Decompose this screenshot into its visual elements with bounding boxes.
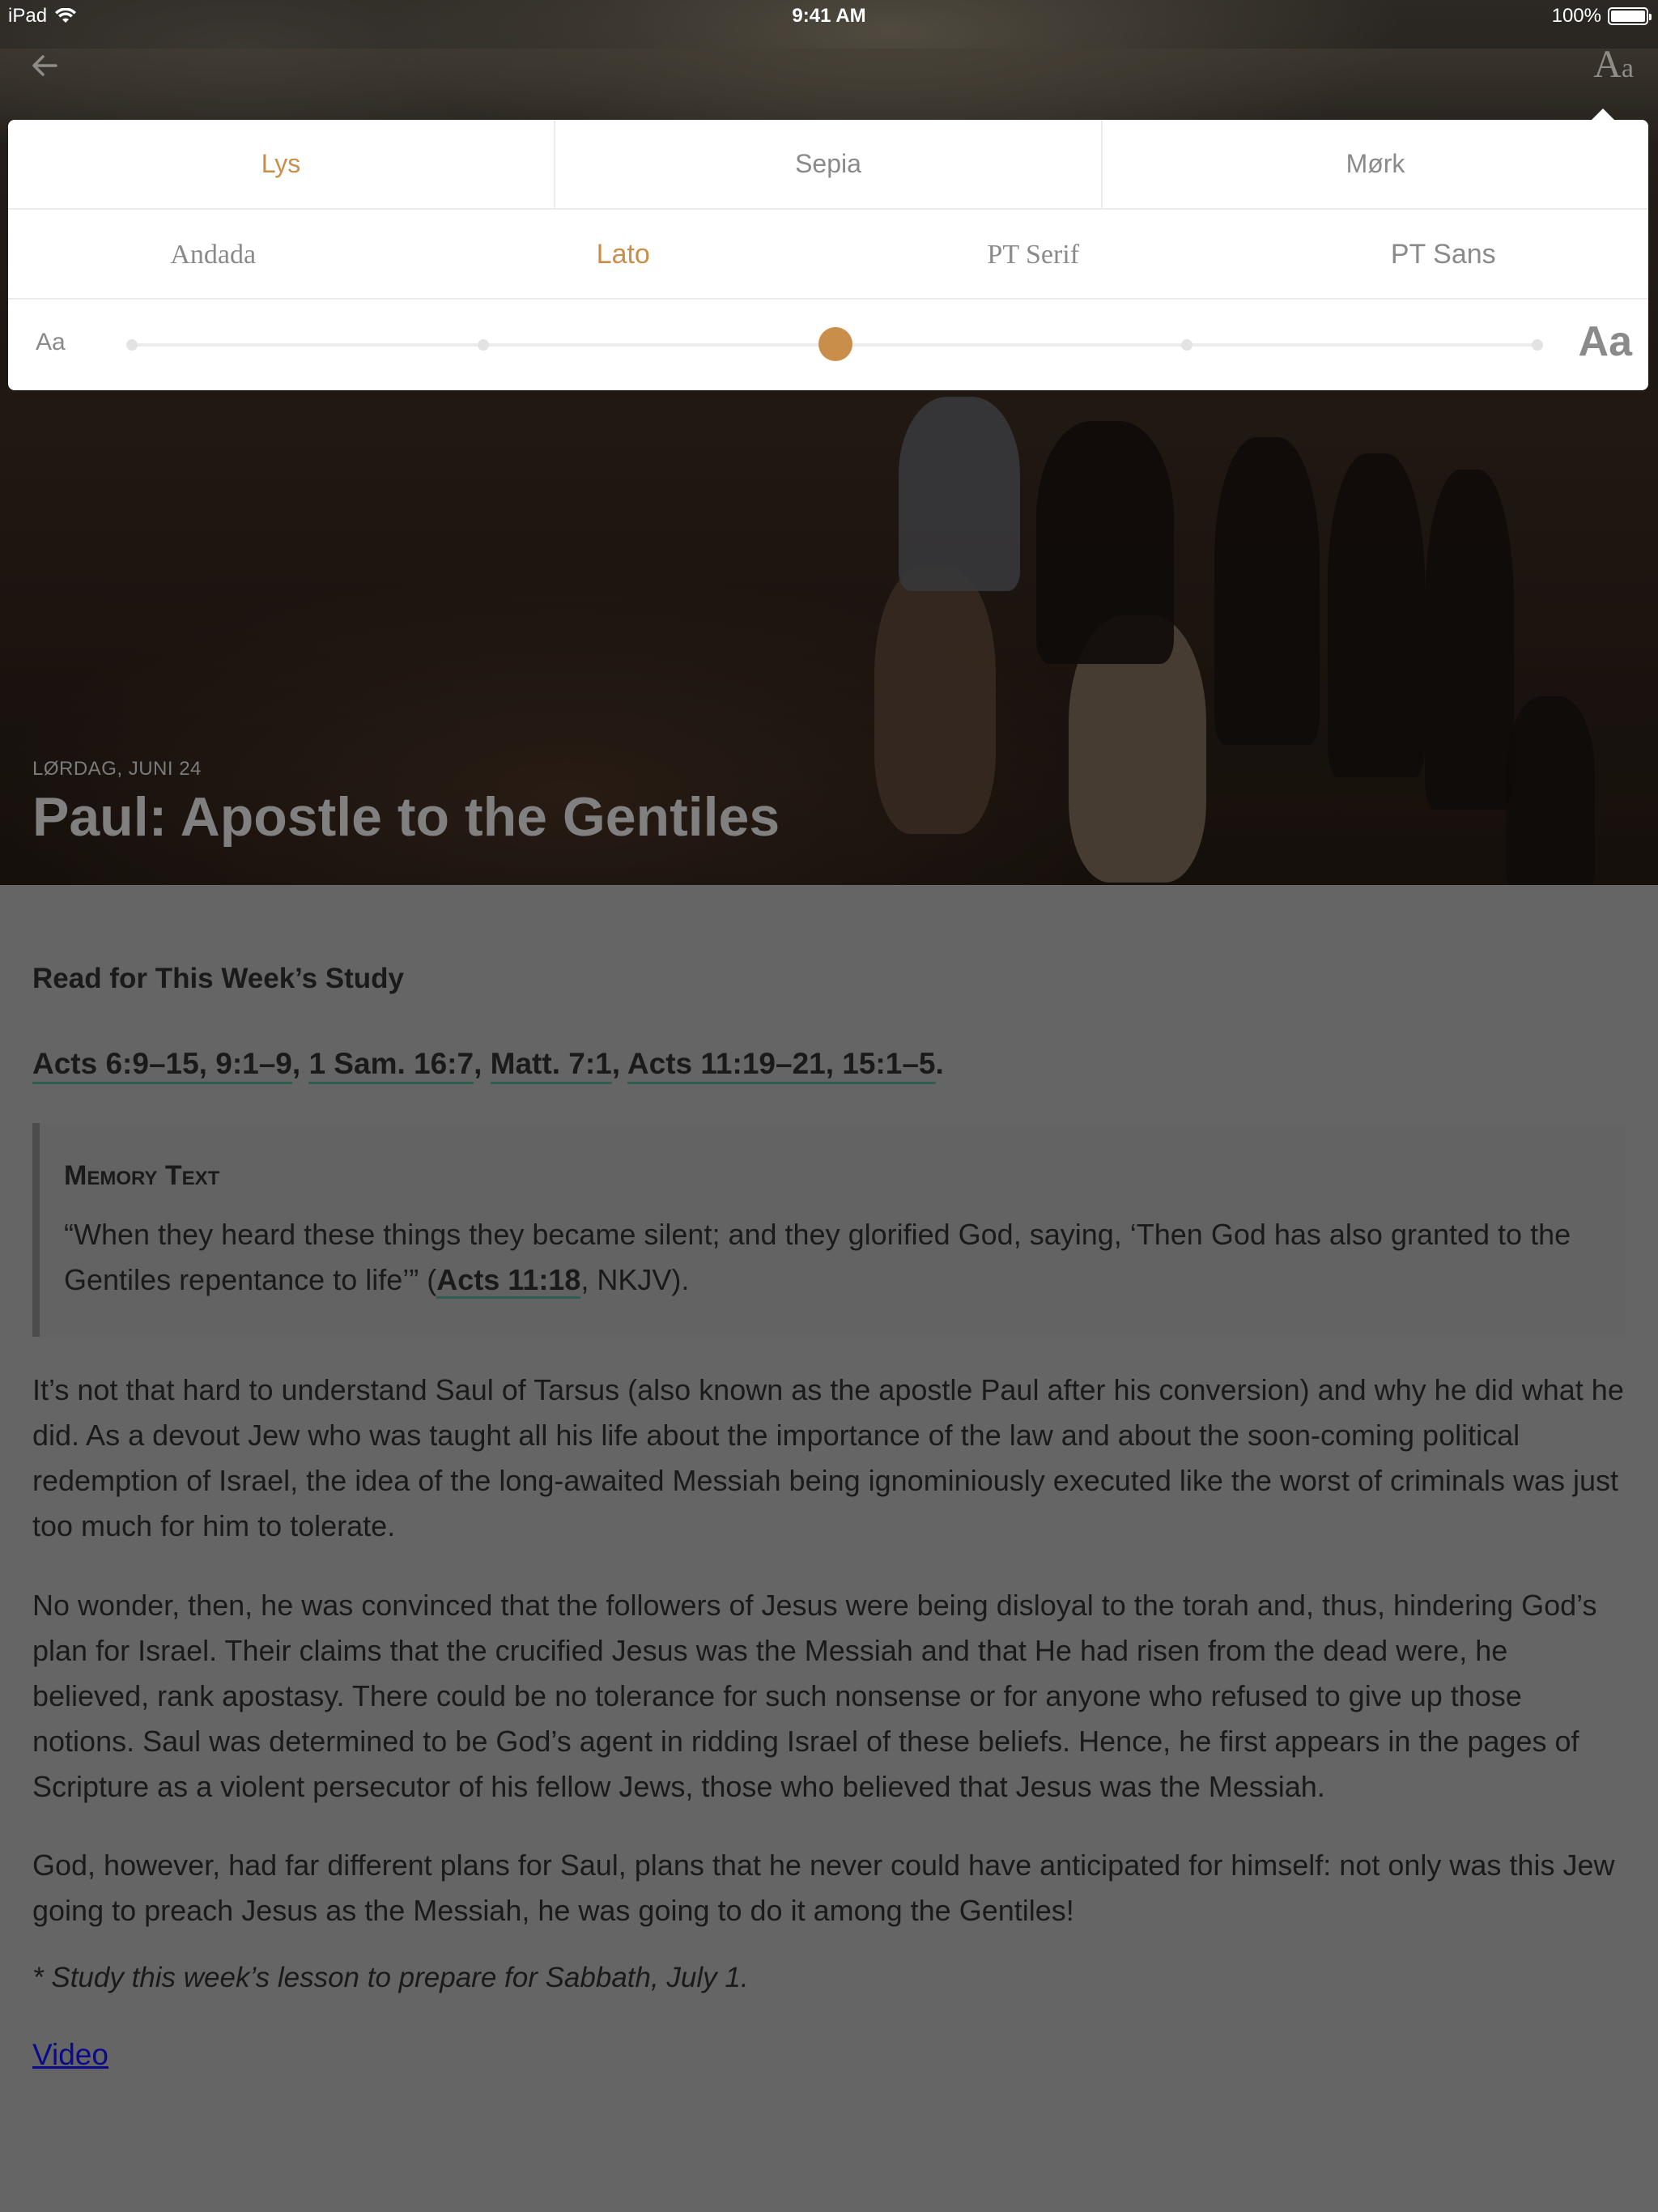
status-right: 100% bbox=[1551, 5, 1652, 28]
article-paragraph: No wonder, then, he was convinced that t… bbox=[32, 1589, 1597, 1803]
study-heading: Read for This Week’s Study bbox=[32, 963, 404, 994]
status-time: 9:41 AM bbox=[792, 5, 866, 27]
font-settings-big-label: A bbox=[1593, 43, 1622, 86]
lesson-date: LØRDAG, JUNI 24 bbox=[32, 758, 202, 780]
video-link[interactable]: Video bbox=[32, 2038, 108, 2072]
memory-text-quote: “When they heard these things they becam… bbox=[64, 1218, 1571, 1296]
memory-text-block: Memory Text “When they heard these thing… bbox=[32, 1123, 1626, 1337]
reference-link[interactable]: 1 Sam. 16:7 bbox=[308, 1047, 474, 1084]
reference-separator: , bbox=[611, 1047, 627, 1080]
arrow-left-icon bbox=[32, 55, 57, 76]
reference-link[interactable]: Acts 6:9–15, 9:1–9 bbox=[32, 1047, 292, 1084]
memory-text-version: , NKJV). bbox=[580, 1263, 690, 1296]
battery-percent: 100% bbox=[1551, 5, 1601, 27]
font-option-lato[interactable]: Lato bbox=[419, 211, 829, 298]
reference-end: . bbox=[935, 1047, 944, 1080]
font-size-tick[interactable] bbox=[126, 339, 138, 351]
battery-icon bbox=[1608, 7, 1652, 25]
font-option-pt-serif[interactable]: PT Serif bbox=[828, 211, 1239, 298]
font-option-pt-sans[interactable]: PT Sans bbox=[1239, 211, 1649, 298]
study-note: * Study this week’s lesson to prepare fo… bbox=[32, 1962, 749, 1993]
article-paragraph: God, however, had far different plans fo… bbox=[32, 1848, 1615, 1927]
theme-option-sepia[interactable]: Sepia bbox=[554, 120, 1101, 208]
reading-settings-panel: Lys Sepia Mørk Andada Lato PT Serif PT S… bbox=[8, 120, 1648, 390]
theme-option-light[interactable]: Lys bbox=[8, 120, 554, 208]
theme-selector: Lys Sepia Mørk bbox=[8, 120, 1648, 210]
font-settings-small-label: a bbox=[1621, 53, 1634, 83]
memory-text-body: “When they heard these things they becam… bbox=[64, 1212, 1602, 1303]
reference-separator: , bbox=[474, 1047, 491, 1080]
reference-separator: , bbox=[291, 1047, 309, 1080]
font-size-large-label: Aa bbox=[1578, 318, 1632, 365]
reading-references: Acts 6:9–15, 9:1–9, 1 Sam. 16:7, Matt. 7… bbox=[32, 1047, 944, 1084]
back-button[interactable] bbox=[24, 45, 65, 86]
font-size-tick[interactable] bbox=[478, 339, 489, 351]
font-selector: Andada Lato PT Serif PT Sans bbox=[8, 211, 1648, 300]
memory-reference-link[interactable]: Acts 11:18 bbox=[436, 1263, 581, 1299]
status-bar: iPad 9:41 AM 100% bbox=[0, 0, 1658, 32]
article-paragraph: It’s not that hard to understand Saul of… bbox=[32, 1373, 1624, 1542]
font-size-slider-thumb[interactable] bbox=[818, 327, 852, 361]
font-size-small-label: Aa bbox=[36, 329, 66, 355]
font-option-andada[interactable]: Andada bbox=[8, 211, 419, 298]
font-size-tick[interactable] bbox=[1532, 339, 1543, 351]
font-settings-button[interactable]: Aa bbox=[1593, 42, 1634, 87]
lesson-title: Paul: Apostle to the Gentiles bbox=[32, 786, 780, 848]
theme-option-dark[interactable]: Mørk bbox=[1101, 120, 1648, 208]
font-size-selector: Aa Aa bbox=[8, 301, 1648, 390]
memory-text-title: Memory Text bbox=[64, 1160, 220, 1191]
reference-link[interactable]: Matt. 7:1 bbox=[490, 1047, 612, 1084]
font-size-tick[interactable] bbox=[1181, 339, 1192, 351]
reference-link[interactable]: Acts 11:19–21, 15:1–5 bbox=[627, 1047, 936, 1084]
